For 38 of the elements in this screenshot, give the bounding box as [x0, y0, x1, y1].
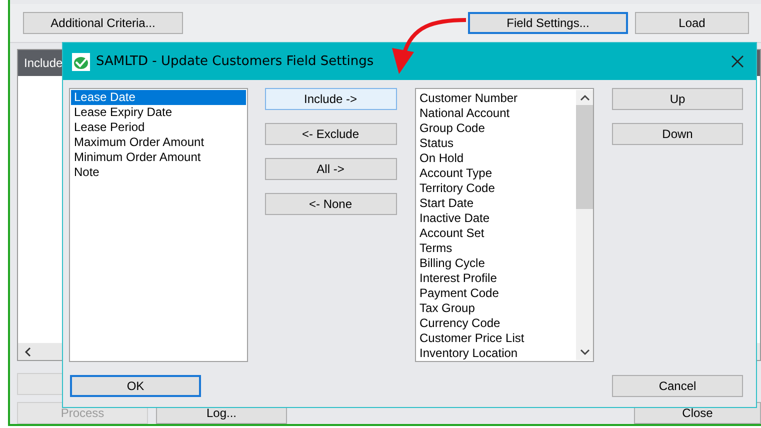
move-button[interactable]: <- Exclude — [264, 123, 397, 145]
list-item[interactable]: National Account — [416, 106, 576, 121]
list-item[interactable]: Account Type — [416, 166, 576, 181]
list-item[interactable]: Note — [71, 165, 246, 180]
move-button[interactable]: Include -> — [264, 88, 397, 110]
list-item[interactable]: Lease Period — [71, 120, 246, 135]
toolbar-button[interactable]: Field Settings... — [468, 12, 628, 34]
list-item[interactable]: Billing Cycle — [416, 256, 576, 271]
order-button[interactable]: Up — [612, 88, 743, 110]
list-item[interactable]: Inactive Date — [416, 211, 576, 226]
move-button[interactable]: <- None — [264, 193, 397, 215]
list-item[interactable]: Currency Code — [416, 316, 576, 331]
list-item[interactable]: Group Code — [416, 121, 576, 136]
toolbar-button[interactable]: Load — [635, 12, 749, 34]
list-item[interactable]: Start Date — [416, 196, 576, 211]
ok-button[interactable]: OK — [70, 375, 201, 397]
list-item[interactable]: Customer Number — [416, 91, 576, 106]
list-item[interactable]: Territory Code — [416, 181, 576, 196]
list-item[interactable]: Status — [416, 136, 576, 151]
list-item[interactable]: Interest Profile — [416, 271, 576, 286]
order-button[interactable]: Down — [612, 123, 743, 145]
list-item[interactable]: Tax Group — [416, 301, 576, 316]
toolbar-button[interactable]: Additional Criteria... — [23, 12, 183, 34]
list-item[interactable]: Account Set — [416, 226, 576, 241]
cancel-button[interactable]: Cancel — [612, 375, 743, 397]
column-header[interactable]: Include — [24, 56, 63, 70]
list-item[interactable]: On Hold — [416, 151, 576, 166]
list-item[interactable]: Lease Expiry Date — [71, 105, 246, 120]
list-item[interactable]: Payment Code — [416, 286, 576, 301]
list-item[interactable]: Inventory Location — [416, 346, 576, 361]
list-item[interactable]: Maximum Order Amount — [71, 135, 246, 150]
move-button[interactable]: All -> — [264, 158, 397, 180]
list-item[interactable]: Lease Date — [71, 90, 246, 105]
list-item[interactable]: Customer Price List — [416, 331, 576, 346]
list-item[interactable]: Minimum Order Amount — [71, 150, 246, 165]
window-title: SAMLTD - Update Customers Field Settings — [96, 54, 375, 69]
list-item[interactable]: Terms — [416, 241, 576, 256]
available-fields-list[interactable]: Lease Date Lease Expiry Date Lease Period Maximum Order Amount Minimum Order Amount Note — [69, 88, 248, 362]
